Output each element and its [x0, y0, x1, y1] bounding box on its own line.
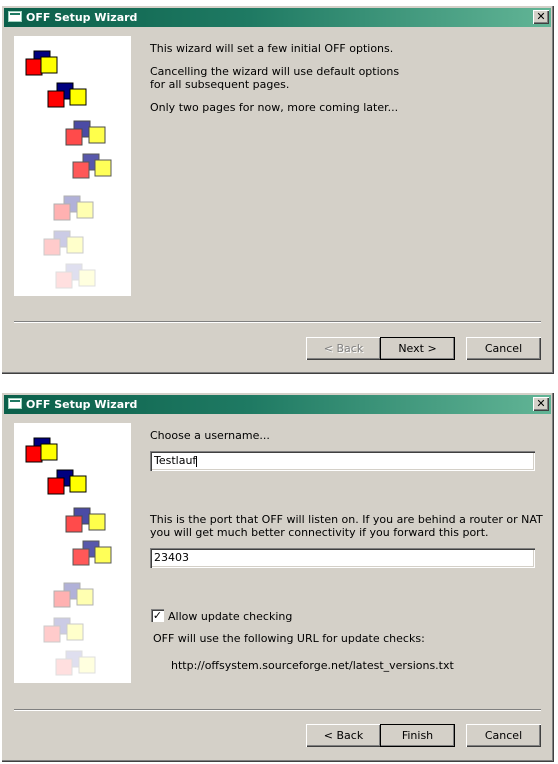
finish-button[interactable]: Finish	[380, 724, 455, 747]
close-button[interactable]: ✕	[533, 397, 549, 411]
port-field[interactable]: 23403	[150, 548, 535, 568]
wizard-window-2: OFF Setup Wizard ✕ Choose a username... …	[1, 392, 554, 762]
wizard-side-image	[14, 423, 131, 683]
port-value: 23403	[154, 551, 189, 564]
back-button-label: < Back	[323, 342, 364, 355]
finish-button-label: Finish	[401, 729, 434, 742]
title-bar[interactable]: OFF Setup Wizard ✕	[4, 8, 551, 27]
close-icon: ✕	[536, 10, 546, 23]
cancel-button-label: Cancel	[484, 729, 523, 742]
update-check-checkbox[interactable]: ✓	[151, 609, 164, 622]
wizard-side-image	[14, 36, 131, 296]
intro-line-2: Cancelling the wizard will use default o…	[150, 65, 400, 91]
wizard-window-1: OFF Setup Wizard ✕ This wizard will set …	[1, 5, 554, 374]
checkmark-icon: ✓	[152, 609, 163, 622]
close-icon: ✕	[536, 397, 546, 410]
next-button[interactable]: Next >	[380, 337, 455, 360]
back-button-label: < Back	[323, 729, 364, 742]
update-url-info-label: OFF will use the following URL for updat…	[153, 632, 425, 645]
off-blocks-logo-icon	[25, 437, 112, 676]
title-bar[interactable]: OFF Setup Wizard ✕	[4, 395, 551, 414]
intro-line-3: Only two pages for now, more coming late…	[150, 101, 399, 114]
username-value: Testlauf	[154, 454, 197, 467]
button-separator	[14, 709, 541, 711]
close-button[interactable]: ✕	[533, 10, 549, 24]
intro-text: This wizard will set a few initial OFF o…	[150, 42, 399, 124]
username-field[interactable]: Testlauf	[150, 451, 535, 471]
cancel-button[interactable]: Cancel	[466, 724, 541, 747]
off-blocks-logo-icon	[25, 50, 112, 289]
cancel-button[interactable]: Cancel	[466, 337, 541, 360]
text-caret	[196, 455, 198, 467]
next-button-label: Next >	[398, 342, 437, 355]
window-icon	[8, 11, 22, 22]
intro-line-1: This wizard will set a few initial OFF o…	[150, 42, 394, 55]
window-icon	[8, 398, 22, 409]
back-button[interactable]: < Back	[306, 337, 381, 360]
cancel-button-label: Cancel	[484, 342, 523, 355]
username-label: Choose a username...	[150, 429, 270, 442]
window-title: OFF Setup Wizard	[26, 11, 138, 24]
update-url-text: http://offsystem.sourceforge.net/latest_…	[171, 659, 454, 672]
window-title: OFF Setup Wizard	[26, 398, 138, 411]
update-check-label[interactable]: Allow update checking	[168, 610, 292, 623]
back-button[interactable]: < Back	[306, 724, 381, 747]
port-description-label: This is the port that OFF will listen on…	[150, 513, 543, 539]
button-separator	[14, 321, 541, 323]
